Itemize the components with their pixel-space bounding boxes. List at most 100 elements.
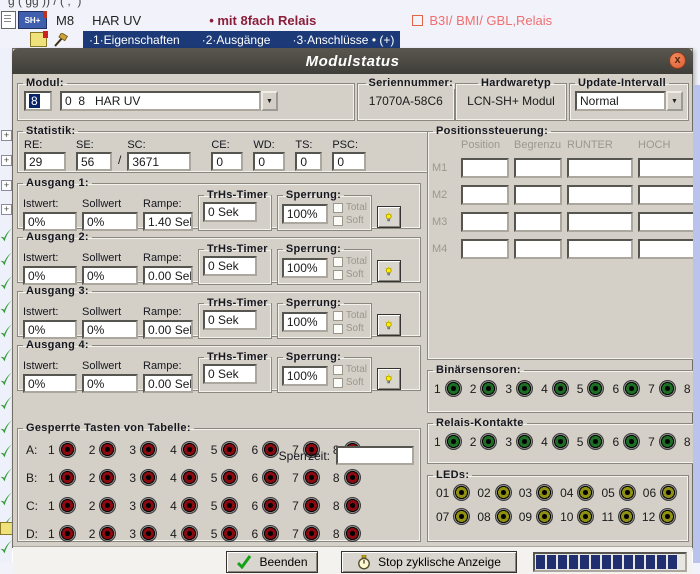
m4-label: M4 [432, 243, 456, 255]
led-item: 08 [477, 508, 511, 525]
m1-hoch-field[interactable] [638, 158, 700, 178]
lamp-button[interactable] [377, 206, 401, 228]
module-list-row[interactable]: SH+ M8 HAR UV • mit 8fach Relais B3I/ BM… [0, 9, 700, 31]
modul-number-field[interactable]: 8 [24, 91, 52, 111]
m1-begrenzung-field[interactable] [514, 158, 562, 178]
sperrzeit-field[interactable] [336, 446, 414, 465]
m1-position-field[interactable] [461, 158, 509, 178]
lamp-button[interactable] [377, 368, 401, 390]
module-type-badge: SH+ [18, 11, 47, 29]
led-indicator [221, 441, 238, 458]
sperrung-field[interactable]: 100% [282, 204, 328, 224]
ts-field[interactable]: 0 [295, 152, 322, 171]
stop-zyklische-anzeige-button[interactable]: Stop zyklische Anzeige [341, 551, 517, 573]
sollwert-field[interactable]: 0% [82, 374, 138, 393]
beenden-button[interactable]: Beenden [226, 551, 318, 573]
green-check-icon [0, 348, 12, 364]
led-indicator [221, 497, 238, 514]
ausgang3-group: Ausgang 3: Istwert:0% Sollwert0% Rampe:0… [17, 285, 421, 337]
m4-runter-field[interactable] [567, 239, 633, 259]
led-indicator [221, 525, 238, 542]
se-label: SE: [76, 139, 112, 151]
trhs-field[interactable]: 0 Sek [203, 202, 257, 222]
modul-select[interactable]: 0 8 HAR UV ▼ [60, 91, 278, 111]
led-item: 6 [612, 433, 640, 450]
wd-field[interactable]: 0 [253, 152, 285, 171]
istwert-field[interactable]: 0% [23, 212, 77, 231]
chevron-down-icon[interactable]: ▼ [666, 91, 683, 111]
lamp-button[interactable] [377, 260, 401, 282]
tree-expand-icon[interactable]: + [1, 130, 12, 141]
progress-segment [591, 555, 600, 569]
trhs-field[interactable]: 0 Sek [203, 364, 257, 384]
lamp-button[interactable] [377, 314, 401, 336]
rampe-field[interactable]: 0.00 Sek [143, 374, 193, 393]
sollwert-field[interactable]: 0% [82, 212, 138, 231]
istwert-field[interactable]: 0% [23, 320, 77, 339]
led-indicator [262, 525, 279, 542]
sc-field[interactable]: 3671 [127, 152, 191, 171]
rampe-field[interactable]: 0.00 Sek [143, 266, 193, 285]
sollwert-field[interactable]: 0% [82, 320, 138, 339]
m3-hoch-field[interactable] [638, 212, 700, 232]
se-field[interactable]: 56 [76, 152, 112, 171]
rampe-label: Rampe: [143, 306, 193, 318]
m2-runter-field[interactable] [567, 185, 633, 205]
rampe-field[interactable]: 0.00 Sek [143, 320, 193, 339]
led-number: 7 [648, 382, 655, 396]
sollwert-field[interactable]: 0% [82, 266, 138, 285]
update-intervall-select[interactable]: Normal ▼ [575, 91, 683, 111]
led-number: 3 [129, 443, 136, 457]
led-indicator [552, 380, 569, 397]
led-number: 5 [577, 435, 584, 449]
led-number: 11 [601, 510, 613, 524]
led-number: 7 [292, 471, 299, 485]
chevron-down-icon[interactable]: ▼ [261, 91, 278, 111]
trhs-field[interactable]: 0 Sek [203, 310, 257, 330]
led-indicator [659, 380, 676, 397]
led-item: 05 [601, 484, 635, 501]
m2-position-field[interactable] [461, 185, 509, 205]
total-label: Total [346, 364, 367, 375]
scrollbar-strip[interactable] [693, 85, 700, 563]
ce-field[interactable]: 0 [211, 152, 243, 171]
trhs-field[interactable]: 0 Sek [203, 256, 257, 276]
re-field[interactable]: 29 [24, 152, 66, 171]
istwert-field[interactable]: 0% [23, 374, 77, 393]
ausgang1-group: Ausgang 1: Istwert:0% Sollwert0% Rampe:1… [17, 177, 421, 229]
m3-position-field[interactable] [461, 212, 509, 232]
led-item: 1 [48, 469, 76, 486]
m4-position-field[interactable] [461, 239, 509, 259]
green-check-icon [0, 228, 12, 244]
tab-eigenschaften[interactable]: ·1·Eigenschaften [89, 33, 180, 47]
led-indicator [181, 469, 198, 486]
sperrung-field[interactable]: 100% [282, 366, 328, 386]
m2-hoch-field[interactable] [638, 185, 700, 205]
sperrung-field[interactable]: 100% [282, 258, 328, 278]
tab-anschluesse[interactable]: ·3·Anschlüsse • (+) [292, 33, 394, 47]
sperrung-field[interactable]: 100% [282, 312, 328, 332]
m4-hoch-field[interactable] [638, 239, 700, 259]
m4-begrenzung-field[interactable] [514, 239, 562, 259]
istwert-field[interactable]: 0% [23, 266, 77, 285]
tree-expand-icon[interactable]: + [1, 155, 12, 166]
tab-ausgaenge[interactable]: ·2·Ausgänge [202, 33, 271, 47]
m3-begrenzung-field[interactable] [514, 212, 562, 232]
led-item: 5 [211, 525, 239, 542]
seriennummer-value: 17070A-58C6 [358, 89, 454, 108]
close-icon[interactable]: x [669, 52, 686, 69]
istwert-label: Istwert: [23, 252, 77, 264]
led-indicator [99, 525, 116, 542]
m1-runter-field[interactable] [567, 158, 633, 178]
background-tree-strip: + + + + [0, 48, 12, 563]
m3-runter-field[interactable] [567, 212, 633, 232]
led-number: 06 [643, 486, 656, 500]
tree-expand-icon[interactable]: + [1, 180, 12, 191]
progress-segment [646, 555, 655, 569]
tree-expand-icon[interactable]: + [1, 204, 12, 215]
psc-field[interactable]: 0 [332, 152, 366, 171]
rampe-field[interactable]: 1.40 Sek [143, 212, 193, 231]
dialog-titlebar[interactable]: Modulstatus x [12, 48, 693, 74]
m2-begrenzung-field[interactable] [514, 185, 562, 205]
group-flag: B3I/ BMI/ GBL,Relais [412, 13, 552, 28]
